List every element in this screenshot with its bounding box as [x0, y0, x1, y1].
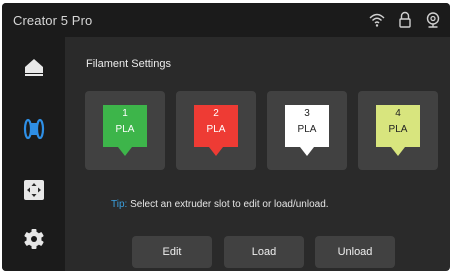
filament-swatch: 3 PLA [285, 105, 329, 147]
sidebar-nav [2, 37, 65, 271]
tip-label: Tip: [111, 199, 128, 210]
page-title: Filament Settings [86, 58, 171, 70]
move-control-icon [24, 180, 44, 200]
app-title: Creator 5 Pro [13, 13, 93, 28]
tip-text: Select an extruder slot to edit or load/… [130, 199, 329, 210]
sidebar-item-settings[interactable] [21, 226, 47, 252]
slot-pointer [209, 147, 223, 156]
sidebar-item-filament[interactable] [21, 116, 47, 142]
sidebar-item-move[interactable] [21, 177, 47, 203]
slot-number: 1 [122, 108, 128, 119]
slot-material: PLA [297, 124, 317, 135]
unload-button[interactable]: Unload [315, 236, 395, 268]
wifi-icon[interactable] [368, 11, 386, 29]
slot-material: PLA [388, 124, 408, 135]
slot-pointer [300, 147, 314, 156]
load-button[interactable]: Load [224, 236, 304, 268]
tip-message: Tip: Select an extruder slot to edit or … [111, 199, 329, 210]
extruder-slot-2[interactable]: 2 PLA [176, 91, 256, 170]
gear-icon [24, 229, 44, 249]
slot-pointer [118, 147, 132, 156]
extruder-slot-4[interactable]: 4 PLA [358, 91, 438, 170]
filament-swatch: 4 PLA [376, 105, 420, 147]
edit-button[interactable]: Edit [132, 236, 212, 268]
slot-pointer [391, 147, 405, 156]
sidebar-item-home[interactable] [21, 55, 47, 81]
slot-material: PLA [206, 124, 226, 135]
extruder-slot-3[interactable]: 3 PLA [267, 91, 347, 170]
slot-number: 4 [395, 108, 401, 119]
filament-swatch: 2 PLA [194, 105, 238, 147]
slot-material: PLA [115, 124, 135, 135]
extruder-slot-1[interactable]: 1 PLA [85, 91, 165, 170]
lock-icon[interactable] [396, 11, 414, 29]
top-status-bar: Creator 5 Pro [2, 3, 450, 37]
camera-icon[interactable] [424, 11, 442, 29]
home-icon [25, 59, 43, 76]
slot-number: 2 [213, 108, 219, 119]
printer-screen: Creator 5 Pro Filament Settings 1 PLA 2 … [2, 3, 450, 271]
filament-spool-icon [23, 118, 45, 140]
slot-number: 3 [304, 108, 310, 119]
filament-swatch: 1 PLA [103, 105, 147, 147]
